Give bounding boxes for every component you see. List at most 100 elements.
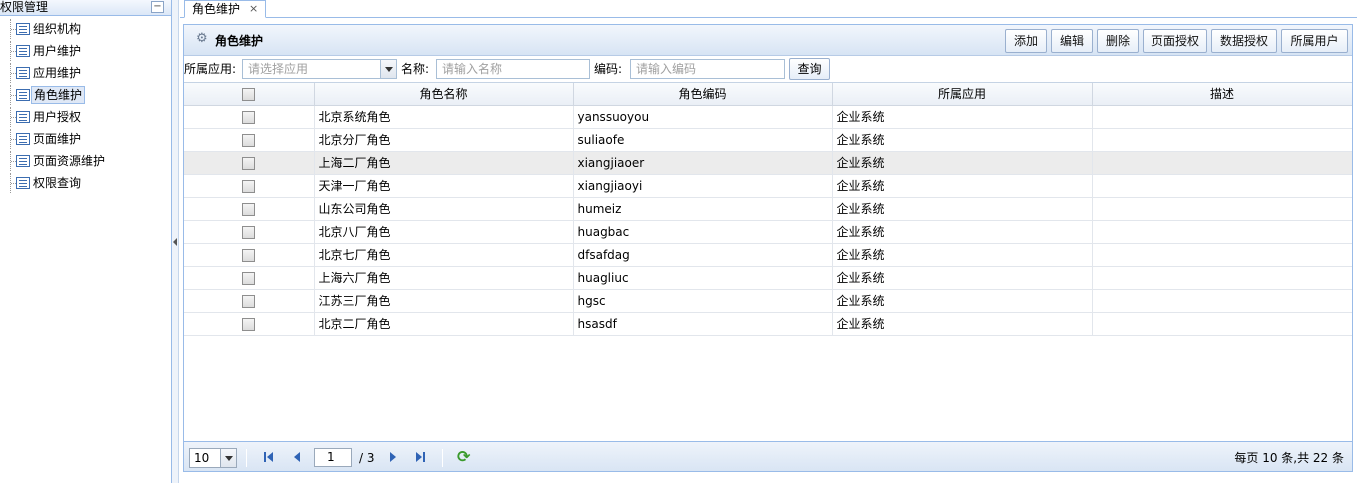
page-number-input[interactable]: 1 bbox=[314, 448, 352, 467]
last-page-icon[interactable] bbox=[413, 450, 427, 464]
cell-desc bbox=[1092, 243, 1352, 267]
next-page-icon[interactable] bbox=[386, 450, 400, 464]
table-row[interactable]: 北京二厂角色 hsasdf 企业系统 bbox=[184, 312, 1352, 336]
name-label: 名称: bbox=[401, 62, 430, 76]
data-auth-button[interactable]: 数据授权 bbox=[1211, 29, 1277, 53]
code-label: 编码: bbox=[594, 62, 623, 76]
tree-item[interactable]: 页面维护 bbox=[10, 129, 170, 149]
table-row[interactable]: 上海二厂角色 xiangjiaoer 企业系统 bbox=[184, 151, 1352, 175]
tree-item[interactable]: 应用维护 bbox=[10, 63, 170, 83]
row-checkbox[interactable] bbox=[242, 317, 256, 331]
cell-desc bbox=[1092, 151, 1352, 175]
table-row[interactable]: 江苏三厂角色 hgsc 企业系统 bbox=[184, 289, 1352, 313]
cell-app: 企业系统 bbox=[832, 197, 1093, 221]
tree-item[interactable]: 组织机构 bbox=[10, 19, 170, 39]
tree-item-label: 用户授权 bbox=[33, 110, 82, 124]
column-header-code[interactable]: 角色编码 bbox=[573, 83, 833, 106]
grid-header: 角色名称 角色编码 所属应用 描述 bbox=[184, 83, 1352, 106]
code-input[interactable]: 请输入编码 bbox=[630, 59, 785, 79]
cell-app: 企业系统 bbox=[832, 266, 1093, 290]
row-select-cell bbox=[184, 105, 315, 129]
list-icon bbox=[16, 133, 30, 145]
delete-button[interactable]: 删除 bbox=[1097, 29, 1139, 53]
add-button[interactable]: 添加 bbox=[1005, 29, 1047, 53]
chevron-down-icon[interactable] bbox=[380, 60, 396, 78]
page-total: / 3 bbox=[359, 451, 375, 465]
row-checkbox[interactable] bbox=[242, 225, 256, 239]
tree-item[interactable]: 角色维护 bbox=[10, 85, 170, 105]
row-select-cell bbox=[184, 220, 315, 244]
tree-item-label: 权限查询 bbox=[33, 176, 82, 190]
tab-role-maintenance[interactable]: 角色维护 × bbox=[184, 0, 266, 18]
table-row[interactable]: 北京分厂角色 suliaofe 企业系统 bbox=[184, 128, 1352, 152]
pager-separator bbox=[246, 449, 247, 467]
row-checkbox[interactable] bbox=[242, 294, 256, 308]
tree-item-label: 角色维护 bbox=[31, 86, 86, 104]
first-page-icon[interactable] bbox=[262, 450, 276, 464]
app-select[interactable]: 请选择应用 bbox=[242, 59, 397, 79]
search-bar: 所属应用: 请选择应用 名称: 请输入名称 编码: 请输入编码 查询 bbox=[184, 57, 1352, 81]
tree-item[interactable]: 用户授权 bbox=[10, 107, 170, 127]
left-panel: 权限管理 − 组织机构 用户维护 应用维护角色维护用户授权页面维护 页面资源维护权限查… bbox=[0, 0, 172, 483]
cell-desc bbox=[1092, 174, 1352, 198]
app-select-placeholder: 请选择应用 bbox=[248, 62, 309, 76]
list-icon bbox=[16, 111, 30, 123]
table-row[interactable]: 天津一厂角色 xiangjiaoyi 企业系统 bbox=[184, 174, 1352, 198]
row-checkbox[interactable] bbox=[242, 271, 256, 285]
row-checkbox[interactable] bbox=[242, 110, 256, 124]
page-auth-button[interactable]: 页面授权 bbox=[1143, 29, 1207, 53]
cell-app: 企业系统 bbox=[832, 128, 1093, 152]
cell-desc bbox=[1092, 197, 1352, 221]
page-size-select[interactable]: 10 bbox=[189, 448, 237, 468]
table-row[interactable]: 山东公司角色 humeiz 企业系统 bbox=[184, 197, 1352, 221]
pager: 10 1 / 3 ⟳ 每页 10 条,共 22 条 bbox=[184, 441, 1352, 471]
cell-code: humeiz bbox=[573, 197, 833, 221]
row-checkbox[interactable] bbox=[242, 156, 256, 170]
panel-title: 角色维护 bbox=[215, 34, 264, 48]
cell-code: huagliuc bbox=[573, 266, 833, 290]
table-row[interactable]: 上海六厂角色 huagliuc 企业系统 bbox=[184, 266, 1352, 290]
chevron-down-icon[interactable] bbox=[220, 449, 236, 467]
refresh-icon[interactable]: ⟳ bbox=[457, 448, 470, 466]
table-row[interactable]: 北京七厂角色 dfsafdag 企业系统 bbox=[184, 243, 1352, 267]
cell-app: 企业系统 bbox=[832, 289, 1093, 313]
app-label: 所属应用: bbox=[184, 62, 237, 76]
row-select-cell bbox=[184, 174, 315, 198]
column-header-desc[interactable]: 描述 bbox=[1092, 83, 1352, 106]
main-area: 角色维护 × ⚙ 角色维护 添加 编辑 删除 页面授权 数据授权 所属用户 所属… bbox=[180, 0, 1357, 483]
list-icon bbox=[16, 177, 30, 189]
row-checkbox[interactable] bbox=[242, 133, 256, 147]
row-select-cell bbox=[184, 266, 315, 290]
table-row[interactable]: 北京八厂角色 huagbac 企业系统 bbox=[184, 220, 1352, 244]
tree-item[interactable]: 用户维护 bbox=[10, 41, 170, 61]
row-checkbox[interactable] bbox=[242, 202, 256, 216]
table-row[interactable]: 北京系统角色 yanssuoyou 企业系统 bbox=[184, 105, 1352, 129]
prev-page-icon[interactable] bbox=[290, 450, 304, 464]
cell-app: 企业系统 bbox=[832, 174, 1093, 198]
tree-item[interactable]: 页面资源维护 bbox=[10, 151, 170, 171]
row-checkbox[interactable] bbox=[242, 179, 256, 193]
query-button[interactable]: 查询 bbox=[789, 58, 830, 80]
column-header-name[interactable]: 角色名称 bbox=[314, 83, 574, 106]
cell-name: 北京分厂角色 bbox=[314, 128, 574, 152]
column-header-app[interactable]: 所属应用 bbox=[832, 83, 1093, 106]
panel-splitter[interactable] bbox=[172, 0, 179, 483]
collapse-arrow-icon[interactable] bbox=[173, 238, 177, 246]
collapse-button[interactable]: − bbox=[151, 1, 164, 13]
row-checkbox[interactable] bbox=[242, 248, 256, 262]
edit-button[interactable]: 编辑 bbox=[1051, 29, 1093, 53]
list-icon bbox=[16, 23, 30, 35]
name-input[interactable]: 请输入名称 bbox=[436, 59, 590, 79]
cell-name: 北京七厂角色 bbox=[314, 243, 574, 267]
close-icon[interactable]: × bbox=[249, 2, 258, 16]
panel-header: ⚙ 角色维护 添加 编辑 删除 页面授权 数据授权 所属用户 bbox=[184, 25, 1352, 56]
select-all-checkbox[interactable] bbox=[242, 87, 256, 101]
list-icon bbox=[16, 45, 30, 57]
cell-name: 上海六厂角色 bbox=[314, 266, 574, 290]
cell-desc bbox=[1092, 289, 1352, 313]
left-panel-header: 权限管理 − bbox=[0, 0, 171, 16]
cell-name: 北京二厂角色 bbox=[314, 312, 574, 336]
tree-item[interactable]: 权限查询 bbox=[10, 173, 170, 193]
cell-name: 江苏三厂角色 bbox=[314, 289, 574, 313]
users-button[interactable]: 所属用户 bbox=[1281, 29, 1348, 53]
